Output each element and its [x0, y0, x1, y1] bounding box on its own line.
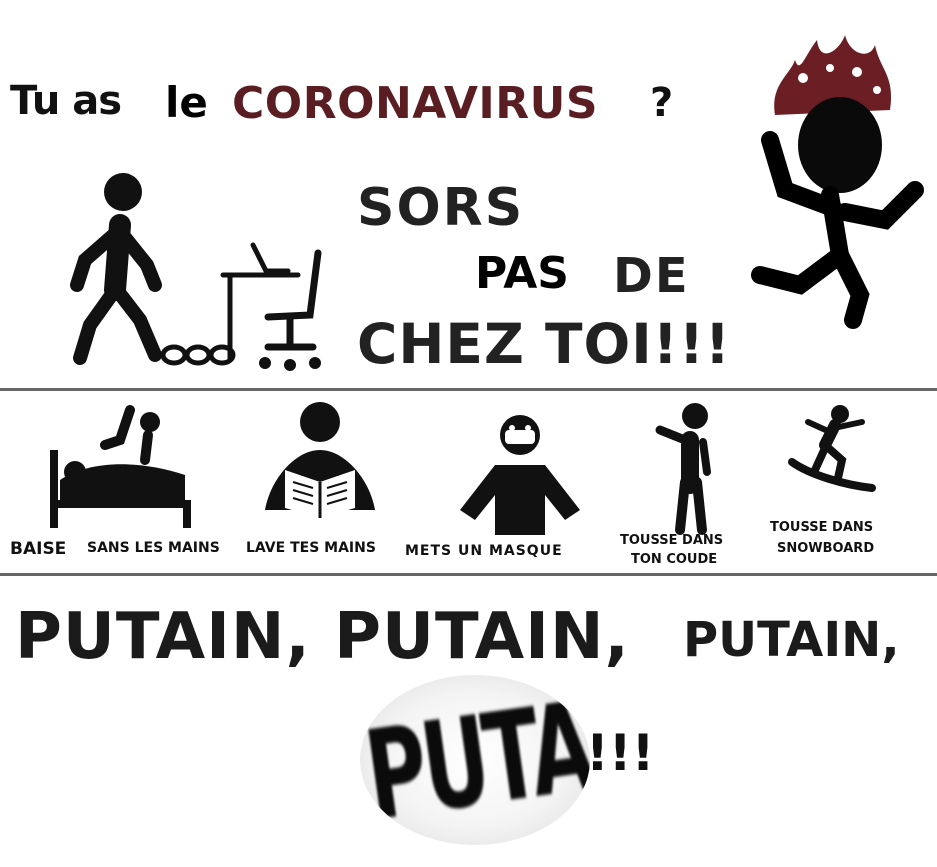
caption-tousse-snowboard-1: TOUSSE DANS	[770, 520, 874, 535]
reading-book-icon	[265, 402, 375, 518]
caption-baise: BAISE	[10, 539, 67, 559]
putain-small: PUTAIN,	[683, 612, 900, 668]
slogan-pas: PAS	[475, 248, 569, 299]
caption-mets-un-masque: METS UN MASQUE	[405, 543, 563, 559]
putain-exclamations: !!!	[586, 724, 655, 782]
desk-chair-icon	[220, 242, 322, 371]
coughing-person-icon	[655, 403, 711, 535]
walking-man-icon	[70, 173, 162, 365]
putain-large: PUTAIN, PUTAIN,	[15, 600, 630, 674]
running-man-fire-icon	[751, 35, 924, 329]
title-tu-as: Tu as	[10, 78, 122, 124]
caption-tousse-coude-2: TON COUDE	[631, 552, 718, 567]
slogan-chez-toi: CHEZ TOI!!!	[357, 312, 731, 376]
title-le: le	[165, 78, 208, 127]
snowboarder-icon	[788, 405, 876, 492]
putain-warped: PUTAIN,	[360, 675, 590, 845]
caption-lave-tes-mains: LAVE TES MAINS	[246, 540, 376, 556]
bed-icon	[50, 405, 191, 528]
slogan-de: DE	[613, 248, 690, 304]
caption-tousse-coude-1: TOUSSE DANS	[620, 533, 724, 548]
masked-person-icon	[460, 415, 580, 535]
putain-warped-text: PUTAIN,	[360, 675, 590, 845]
caption-sans-les-mains: SANS LES MAINS	[87, 540, 220, 556]
divider-bottom	[0, 573, 937, 576]
slogan-sors: SORS	[357, 178, 525, 238]
caption-tousse-snowboard-2: SNOWBOARD	[777, 541, 875, 556]
title-coronavirus: CORONAVIRUS	[232, 78, 599, 129]
divider-top	[0, 388, 937, 391]
title-question-mark: ?	[650, 80, 674, 126]
